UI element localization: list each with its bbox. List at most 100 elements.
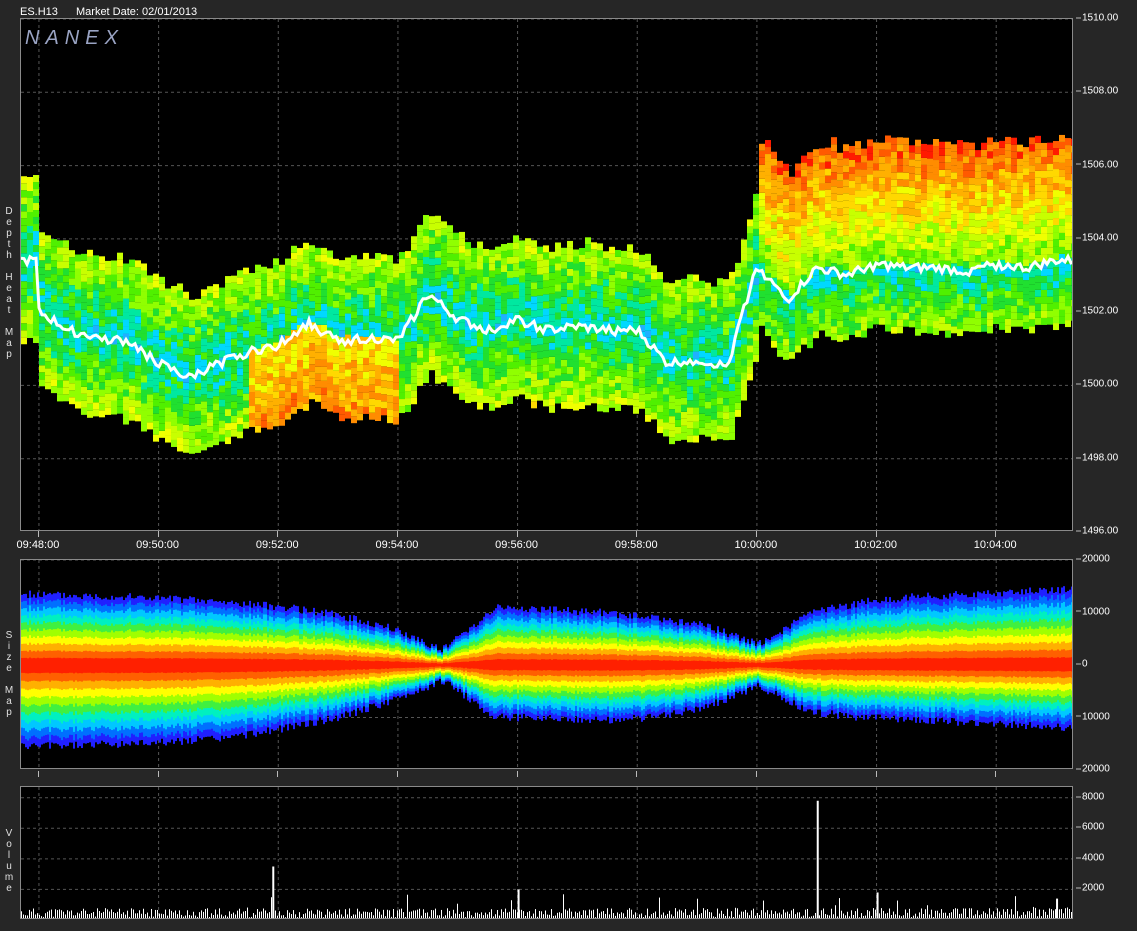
heat-cell: [525, 364, 531, 372]
heat-cell: [519, 373, 525, 381]
heat-cell: [615, 396, 621, 404]
heat-cell: [297, 276, 303, 284]
heat-cell: [501, 314, 507, 322]
heat-cell: [777, 244, 783, 252]
heat-cell: [249, 392, 255, 400]
heat-cell: [831, 319, 837, 327]
heat-cell: [849, 250, 855, 258]
heat-cell: [783, 338, 789, 346]
size-band: [135, 658, 137, 673]
heat-cell: [135, 358, 141, 366]
heat-cell: [273, 293, 279, 301]
heat-cell: [741, 288, 747, 296]
heat-cell: [501, 244, 507, 252]
heat-cell: [975, 234, 981, 242]
heat-cell: [531, 275, 537, 283]
heat-cell: [333, 384, 339, 392]
heat-cell: [819, 323, 825, 331]
heat-cell: [939, 162, 945, 170]
heat-cell: [27, 190, 33, 198]
heat-cell: [999, 245, 1005, 253]
heat-cell: [117, 301, 123, 309]
heat-cell: [459, 336, 465, 344]
heat-cell: [219, 434, 225, 442]
heat-cell: [39, 232, 45, 240]
heat-cell: [873, 310, 879, 318]
heat-cell: [987, 186, 993, 194]
heat-cell: [201, 415, 207, 423]
heat-cell: [381, 387, 387, 395]
heat-cell: [579, 366, 585, 374]
heat-cell: [789, 316, 795, 324]
heat-cell: [963, 191, 969, 199]
heat-cell: [297, 269, 303, 277]
heat-cell: [135, 274, 141, 282]
heat-cell: [531, 247, 537, 255]
heat-cell: [195, 354, 201, 362]
heat-cell: [681, 313, 687, 321]
heat-cell: [435, 250, 441, 258]
heat-cell: [927, 249, 933, 257]
heat-cell: [747, 331, 753, 339]
heat-cell: [477, 290, 483, 298]
heat-cell: [273, 307, 279, 315]
heat-cell: [879, 275, 885, 283]
heat-cell: [723, 293, 729, 301]
heat-cell: [465, 263, 471, 271]
heat-cell: [1035, 247, 1041, 255]
heat-cell: [141, 333, 147, 341]
heat-cell: [987, 200, 993, 208]
heat-cell: [609, 372, 615, 380]
heat-cell: [321, 261, 327, 269]
heat-cell: [405, 398, 411, 406]
heat-cell: [591, 354, 597, 362]
heat-cell: [819, 211, 825, 219]
heat-cell: [129, 308, 135, 316]
heat-cell: [813, 191, 819, 199]
heat-cell: [735, 374, 741, 382]
heat-cell: [219, 420, 225, 428]
heat-cell: [717, 376, 723, 384]
heat-cell: [771, 235, 777, 243]
heat-cell: [21, 183, 27, 191]
heat-cell: [495, 316, 501, 324]
heat-cell: [405, 377, 411, 385]
heat-cell: [615, 312, 621, 320]
heat-cell: [873, 142, 879, 150]
heat-cell: [171, 334, 177, 342]
heat-cell: [117, 294, 123, 302]
heat-cell: [111, 407, 117, 415]
heat-cell: [159, 346, 165, 354]
heat-cell: [75, 296, 81, 304]
heat-cell: [1023, 315, 1029, 323]
heat-cell: [261, 385, 267, 393]
heat-cell: [999, 175, 1005, 183]
heat-cell: [375, 406, 381, 414]
heat-cell: [1011, 312, 1017, 320]
heat-cell: [945, 155, 951, 163]
heat-cell: [963, 261, 969, 269]
heat-cell: [441, 242, 447, 250]
heat-cell: [441, 249, 447, 257]
heat-cell: [315, 254, 321, 262]
heat-cell: [351, 325, 357, 333]
heat-cell: [519, 387, 525, 395]
heat-cell: [483, 283, 489, 291]
heat-cell: [981, 324, 987, 332]
heat-cell: [381, 254, 387, 262]
heat-cell: [129, 385, 135, 393]
heat-cell: [243, 400, 249, 408]
heat-cell: [507, 340, 513, 348]
heat-cell: [831, 144, 837, 152]
heat-cell: [297, 262, 303, 270]
heat-cell: [849, 173, 855, 181]
heat-cell: [339, 400, 345, 408]
heat-cell: [825, 210, 831, 218]
heat-cell: [87, 347, 93, 355]
heat-cell: [93, 297, 99, 305]
heat-cell: [969, 324, 975, 332]
heat-cell: [459, 371, 465, 379]
heat-cell: [933, 230, 939, 238]
heat-cell: [225, 332, 231, 340]
heat-cell: [663, 289, 669, 297]
